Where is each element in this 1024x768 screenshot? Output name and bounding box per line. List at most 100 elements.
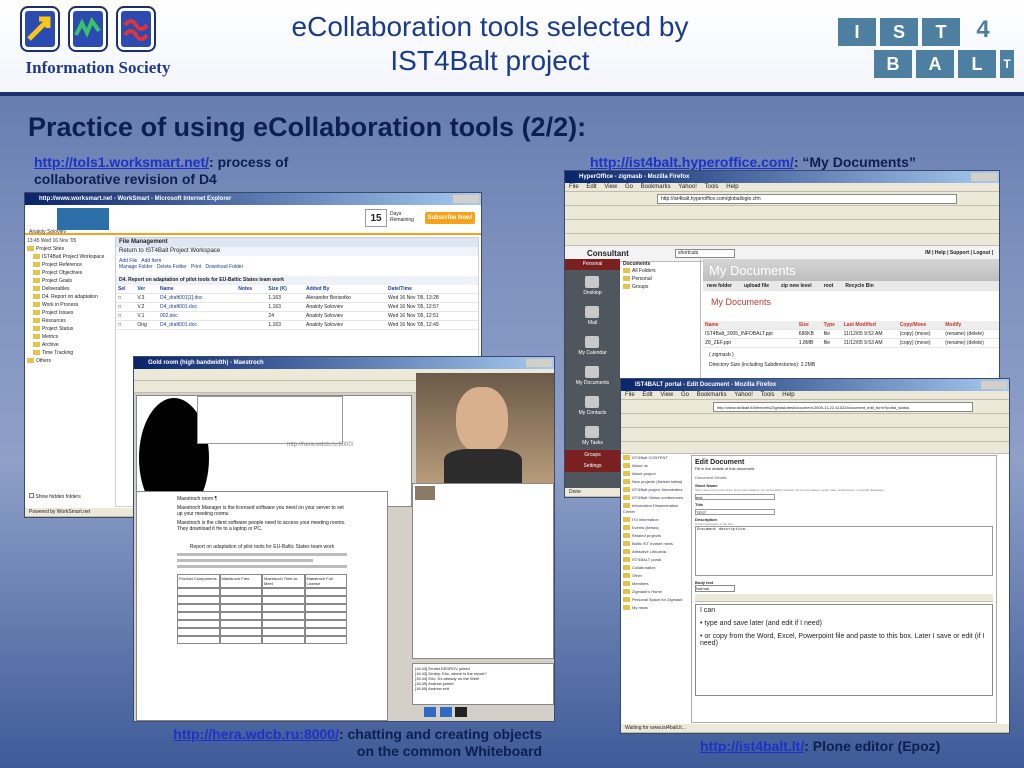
column-header[interactable]: Date/Time — [386, 285, 478, 294]
worksmart-link[interactable]: http://tols1.worksmart.net/ — [34, 154, 209, 170]
tree-item[interactable]: Project Objectives — [27, 269, 113, 277]
menu-item[interactable]: Edit — [642, 392, 654, 398]
portal-nav-item[interactable]: About us — [623, 463, 687, 469]
wdcb-link[interactable]: http://hera.wdcb.ru:8000/ — [173, 726, 339, 742]
portal-nav-item[interactable]: My news — [623, 605, 687, 611]
description-textarea[interactable]: Document description. — [695, 526, 993, 576]
tree-item[interactable]: Project Status — [27, 325, 113, 333]
portal-nav-item[interactable]: Baltic IST market news — [623, 541, 687, 547]
send-icon[interactable] — [424, 707, 436, 717]
sidebar-item[interactable]: Groups — [565, 450, 620, 461]
column-header[interactable]: Added By — [304, 285, 387, 294]
toolbar-button[interactable]: root — [824, 283, 834, 289]
top-link[interactable]: Help | — [935, 250, 950, 256]
tree-item[interactable]: Resources — [27, 317, 113, 325]
portal-nav-item[interactable]: Information Dissemination Center — [623, 503, 687, 515]
file-name-link[interactable]: 002.doc — [158, 311, 237, 321]
name-cell[interactable]: Z8_ZEF.ppt — [703, 338, 797, 348]
tree-item[interactable]: Others — [27, 357, 113, 365]
menu-item[interactable]: Go — [681, 392, 691, 398]
tree-item[interactable]: Metrics — [27, 333, 113, 341]
folder-item[interactable]: All Folders — [623, 267, 698, 275]
window-controls[interactable] — [453, 195, 479, 203]
name-cell[interactable]: IST4Balt_2005_INFOBALT.ppt — [703, 329, 797, 339]
portal-nav-item[interactable]: Collaboration — [623, 565, 687, 571]
sidebar-item[interactable]: My Documents — [565, 360, 620, 390]
menu-item[interactable]: File — [625, 392, 636, 398]
file-name-link[interactable]: D4_draft001[1].doc — [158, 293, 237, 303]
select-checkbox[interactable]: □ — [116, 302, 136, 312]
tree-item[interactable]: Project Sites — [27, 245, 113, 253]
portal-nav-item[interactable]: IT4 information — [623, 517, 687, 523]
portal-nav-item[interactable]: Attractive Lithuania — [623, 549, 687, 555]
address-bar[interactable]: http://www.ist4balt.lt/Members/Zigmasb/t… — [713, 402, 973, 412]
window-controls[interactable] — [971, 173, 997, 181]
folder-item[interactable]: Groups — [623, 283, 698, 291]
short-name-input[interactable]: test — [695, 494, 775, 500]
menu-item[interactable]: Bookmarks — [641, 184, 673, 190]
tree-item[interactable]: Work in Process — [27, 301, 113, 309]
select-checkbox[interactable]: □ — [116, 293, 136, 303]
sidebar-item[interactable]: Desktop — [565, 270, 620, 300]
portal-nav-item[interactable]: Zigmasb's Home — [623, 589, 687, 595]
menu-item[interactable]: Help — [726, 184, 738, 190]
tree-item[interactable]: IST4Balt Project Workspace — [27, 253, 113, 261]
menu-item[interactable]: Edit — [586, 184, 598, 190]
select-checkbox[interactable]: □ — [116, 311, 136, 321]
table-row[interactable]: Z8_ZEF.ppt 1.8MB file 11/12/05 9:53 AM (copy… — [703, 338, 999, 348]
copy-cell[interactable]: (copy) (move) — [897, 338, 944, 348]
tree-item[interactable]: Time Tracking — [27, 349, 113, 357]
tree-item[interactable]: Project Goals — [27, 277, 113, 285]
plone-link[interactable]: http://ist4balt.lt/ — [700, 738, 804, 754]
menu-item[interactable]: View — [660, 392, 675, 398]
table-row[interactable]: □ V.1 002.doc 24 Anatoly Soloviev Wed 16 Nov … — [116, 311, 478, 321]
column-header[interactable]: Copy/Move — [897, 321, 944, 330]
portal-nav-item[interactable]: Personal Space for Zigmasb — [623, 597, 687, 603]
window-controls[interactable] — [526, 359, 552, 367]
stop-icon[interactable] — [439, 707, 452, 717]
return-link[interactable]: Return to IST4Balt Project Workspace — [116, 247, 478, 256]
portal-nav-item[interactable]: Other — [623, 573, 687, 579]
sidebar-item[interactable]: Settings — [565, 461, 620, 472]
format-select[interactable]: Normal — [695, 585, 735, 592]
portal-nav-item[interactable]: Events (keiras) — [623, 525, 687, 531]
portal-nav-item[interactable]: IST4Balt CONTENT — [623, 455, 687, 461]
download-folder-button[interactable]: Download Folder — [205, 264, 243, 270]
menu-item[interactable]: Yahoo! — [734, 392, 754, 398]
table-row[interactable]: IST4Balt_2005_INFOBALT.ppt 686KB file 11/12… — [703, 329, 999, 339]
column-header[interactable]: Name — [158, 285, 237, 294]
sidebar-item[interactable]: My Tasks — [565, 420, 620, 450]
column-header[interactable]: Size — [796, 321, 822, 330]
folder-item[interactable]: Personal — [623, 275, 698, 283]
menu-item[interactable]: Bookmarks — [697, 392, 729, 398]
menu-item[interactable]: View — [604, 184, 619, 190]
subscribe-button[interactable]: Subscribe Now! — [425, 212, 475, 224]
body-editor[interactable]: I can • type and save later (and edit if… — [695, 604, 993, 696]
column-header[interactable]: Size (K) — [266, 285, 305, 294]
portal-nav-item[interactable]: Related projects — [623, 533, 687, 539]
modify-cell[interactable]: (rename) (delete) — [943, 329, 999, 339]
column-header[interactable]: Name — [703, 321, 797, 330]
manage-folder-button[interactable]: Manage Folder — [119, 264, 153, 270]
tree-item[interactable]: Archive — [27, 341, 113, 349]
portal-nav-item[interactable]: About project — [623, 471, 687, 477]
rectangle-shape[interactable] — [197, 396, 343, 444]
file-name-link[interactable]: D4_draft001.doc — [158, 302, 237, 312]
print-button[interactable]: Print — [191, 264, 201, 270]
top-link[interactable]: IM | — [925, 250, 935, 256]
modify-cell[interactable]: (rename) (delete) — [943, 338, 999, 348]
show-hidden-checkbox[interactable] — [29, 493, 34, 498]
tree-item[interactable]: Project Issues — [27, 309, 113, 317]
portal-nav-item[interactable]: Members — [623, 581, 687, 587]
toolbar-button[interactable]: Recycle Bin — [845, 283, 873, 289]
top-link[interactable]: Logout | — [973, 250, 993, 256]
hyperoffice-link[interactable]: http://ist4balt.hyperoffice.com/ — [590, 154, 794, 170]
menu-item[interactable]: File — [569, 184, 580, 190]
sidebar-item[interactable]: Personal — [565, 259, 620, 270]
toolbar-button[interactable]: upload file — [744, 283, 769, 289]
shortcuts-select[interactable]: shortcuts — [675, 249, 735, 258]
tree-item[interactable]: D4. Report on adaptation — [27, 293, 113, 301]
sidebar-item[interactable]: Mail — [565, 300, 620, 330]
copy-cell[interactable]: (copy) (move) — [897, 329, 944, 339]
select-checkbox[interactable]: □ — [116, 320, 136, 330]
